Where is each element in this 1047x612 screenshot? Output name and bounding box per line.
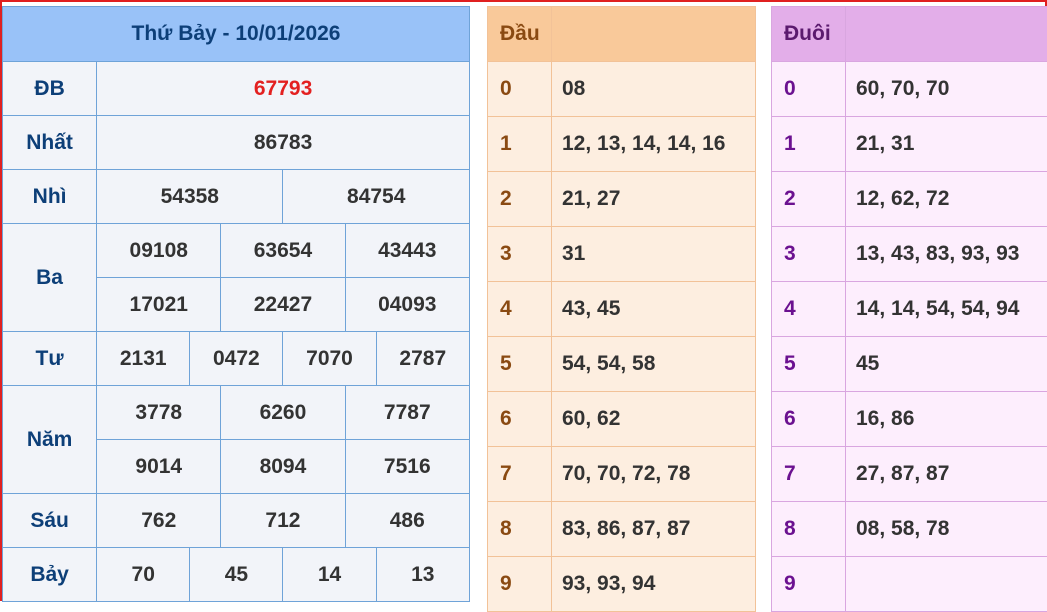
prize-label-6: Sáu xyxy=(3,494,97,548)
dau-values: 31 xyxy=(552,227,756,282)
prize-label-1: Nhất xyxy=(3,116,97,170)
prize-value-6a: 762 xyxy=(97,494,221,548)
prize-value-4d: 2787 xyxy=(376,332,469,386)
dau-key: 1 xyxy=(488,117,552,172)
duoi-key: 7 xyxy=(772,447,846,502)
prize-label-db: ĐB xyxy=(3,62,97,116)
duoi-values: 12, 62, 72 xyxy=(846,172,1047,227)
dau-key: 7 xyxy=(488,447,552,502)
duoi-key: 2 xyxy=(772,172,846,227)
prize-value-4a: 2131 xyxy=(97,332,190,386)
dau-values: 54, 54, 58 xyxy=(552,337,756,392)
dau-values: 21, 27 xyxy=(552,172,756,227)
prize-label-7: Bảy xyxy=(3,548,97,602)
dau-table: Đầu 008 112, 13, 14, 14, 16 221, 27 331 … xyxy=(487,6,756,612)
dau-values: 60, 62 xyxy=(552,392,756,447)
duoi-key: 0 xyxy=(772,62,846,117)
prize-value-2b: 84754 xyxy=(283,170,470,224)
dau-values: 93, 93, 94 xyxy=(552,557,756,612)
prize-value-1: 86783 xyxy=(97,116,470,170)
duoi-values: 27, 87, 87 xyxy=(846,447,1047,502)
prize-label-4: Tư xyxy=(3,332,97,386)
prize-value-db: 67793 xyxy=(97,62,470,116)
duoi-values: 60, 70, 70 xyxy=(846,62,1047,117)
prize-value-2a: 54358 xyxy=(97,170,283,224)
prize-value-7b: 45 xyxy=(190,548,283,602)
duoi-key: 6 xyxy=(772,392,846,447)
duoi-values: 45 xyxy=(846,337,1047,392)
results-table: Thứ Bảy - 10/01/2026 ĐB 67793 Nhất 86783… xyxy=(2,6,470,602)
prize-value-5f: 7516 xyxy=(345,440,469,494)
prize-value-3c: 43443 xyxy=(345,224,469,278)
duoi-table: Đuôi 060, 70, 70 121, 31 212, 62, 72 313… xyxy=(771,6,1047,612)
duoi-key: 8 xyxy=(772,502,846,557)
prize-value-7c: 14 xyxy=(283,548,376,602)
duoi-title: Đuôi xyxy=(772,7,846,62)
dau-key: 6 xyxy=(488,392,552,447)
prize-value-4c: 7070 xyxy=(283,332,376,386)
prize-value-7a: 70 xyxy=(97,548,190,602)
dau-key: 8 xyxy=(488,502,552,557)
duoi-values: 16, 86 xyxy=(846,392,1047,447)
duoi-key: 4 xyxy=(772,282,846,337)
dau-key: 5 xyxy=(488,337,552,392)
duoi-values: 08, 58, 78 xyxy=(846,502,1047,557)
prize-value-5d: 9014 xyxy=(97,440,221,494)
prize-value-5c: 7787 xyxy=(345,386,469,440)
prize-value-4b: 0472 xyxy=(190,332,283,386)
duoi-values xyxy=(846,557,1047,612)
prize-value-7d: 13 xyxy=(376,548,469,602)
dau-key: 2 xyxy=(488,172,552,227)
dau-key: 0 xyxy=(488,62,552,117)
prize-value-3e: 22427 xyxy=(221,278,345,332)
dau-key: 4 xyxy=(488,282,552,337)
prize-value-5e: 8094 xyxy=(221,440,345,494)
prize-value-3b: 63654 xyxy=(221,224,345,278)
prize-value-5a: 3778 xyxy=(97,386,221,440)
prize-value-3f: 04093 xyxy=(345,278,469,332)
duoi-key: 5 xyxy=(772,337,846,392)
prize-value-6c: 486 xyxy=(345,494,469,548)
dau-key: 9 xyxy=(488,557,552,612)
dau-key: 3 xyxy=(488,227,552,282)
prize-value-3a: 09108 xyxy=(97,224,221,278)
dau-values: 70, 70, 72, 78 xyxy=(552,447,756,502)
duoi-key: 3 xyxy=(772,227,846,282)
prize-value-3d: 17021 xyxy=(97,278,221,332)
duoi-values: 21, 31 xyxy=(846,117,1047,172)
dau-header-blank xyxy=(552,7,756,62)
dau-title: Đầu xyxy=(488,7,552,62)
prize-value-5b: 6260 xyxy=(221,386,345,440)
duoi-header-blank xyxy=(846,7,1047,62)
dau-values: 43, 45 xyxy=(552,282,756,337)
duoi-key: 9 xyxy=(772,557,846,612)
prize-label-3: Ba xyxy=(3,224,97,332)
dau-values: 12, 13, 14, 14, 16 xyxy=(552,117,756,172)
dau-values: 08 xyxy=(552,62,756,117)
dau-values: 83, 86, 87, 87 xyxy=(552,502,756,557)
prize-label-2: Nhì xyxy=(3,170,97,224)
duoi-key: 1 xyxy=(772,117,846,172)
duoi-values: 14, 14, 54, 54, 94 xyxy=(846,282,1047,337)
prize-value-6b: 712 xyxy=(221,494,345,548)
prize-label-5: Năm xyxy=(3,386,97,494)
duoi-values: 13, 43, 83, 93, 93 xyxy=(846,227,1047,282)
results-title: Thứ Bảy - 10/01/2026 xyxy=(3,7,470,62)
